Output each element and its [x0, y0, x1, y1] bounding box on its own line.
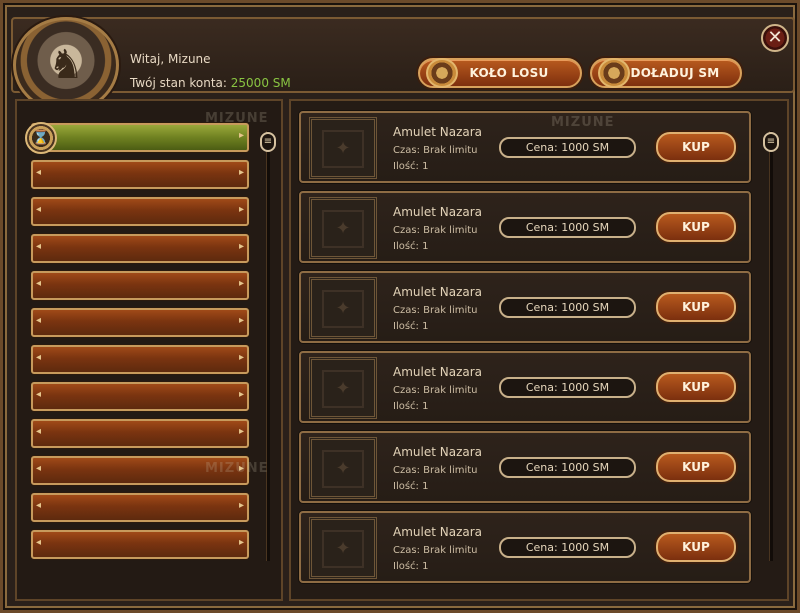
greeting-text: Witaj, Mizune	[130, 52, 211, 66]
item-price: Cena: 1000 SM	[499, 217, 636, 238]
item-name: Amulet Nazara	[393, 285, 483, 299]
category-item-8[interactable]	[31, 382, 249, 411]
item-scrollbar[interactable]	[769, 131, 773, 561]
empty-item-slot-icon: ✦	[322, 210, 364, 248]
top-up-label: DOŁADUJ SM	[630, 66, 720, 80]
item-price: Cena: 1000 SM	[499, 297, 636, 318]
item-quantity: Ilość: 1	[393, 401, 429, 412]
item-slot: ✦	[309, 517, 377, 579]
hourglass-icon: ⌛	[25, 122, 57, 154]
empty-item-slot-icon: ✦	[322, 530, 364, 568]
empty-item-slot-icon: ✦	[322, 450, 364, 488]
item-price: Cena: 1000 SM	[499, 537, 636, 558]
category-item-3[interactable]	[31, 197, 249, 226]
buy-button[interactable]: KUP	[656, 372, 736, 402]
shop-header: Witaj, Mizune Twój stan konta: 25000 SM …	[11, 17, 795, 93]
shop-item: ✦ Amulet Nazara Czas: Brak limitu Ilość:…	[299, 271, 751, 343]
buy-button[interactable]: KUP	[656, 212, 736, 242]
category-item-7[interactable]	[31, 345, 249, 374]
category-scrollbar[interactable]	[266, 131, 270, 561]
category-item-5[interactable]	[31, 271, 249, 300]
item-slot: ✦	[309, 277, 377, 339]
shop-item: ✦ Amulet Nazara Czas: Brak limitu Ilość:…	[299, 191, 751, 263]
watermark: MIZUNE	[551, 115, 615, 130]
item-name: Amulet Nazara	[393, 445, 483, 459]
category-panel: ⌛ ≡ MIZUNE MIZUNE	[15, 99, 283, 601]
item-name: Amulet Nazara	[393, 205, 483, 219]
buy-button[interactable]: KUP	[656, 452, 736, 482]
watermark: MIZUNE	[205, 461, 269, 476]
balance-value: 25000 SM	[230, 76, 291, 90]
wheel-of-fortune-label: KOŁO LOSU	[469, 66, 549, 80]
item-slot: ✦	[309, 117, 377, 179]
category-scroll-handle[interactable]: ≡	[260, 132, 276, 152]
item-quantity: Ilość: 1	[393, 481, 429, 492]
item-time: Czas: Brak limitu	[393, 145, 478, 156]
close-button[interactable]: ✕	[761, 24, 789, 52]
eye-icon	[426, 58, 458, 88]
emblem-glyph: ♞	[48, 42, 84, 88]
item-quantity: Ilość: 1	[393, 321, 429, 332]
shop-item: ✦ Amulet Nazara Czas: Brak limitu Ilość:…	[299, 431, 751, 503]
category-item-6[interactable]	[31, 308, 249, 337]
wheel-of-fortune-button[interactable]: KOŁO LOSU	[418, 58, 582, 88]
empty-item-slot-icon: ✦	[322, 130, 364, 168]
item-quantity: Ilość: 1	[393, 561, 429, 572]
plus-coin-icon	[598, 58, 630, 88]
watermark: MIZUNE	[205, 111, 269, 126]
shop-item: ✦ Amulet Nazara Czas: Brak limitu Ilość:…	[299, 351, 751, 423]
item-time: Czas: Brak limitu	[393, 465, 478, 476]
category-item-1[interactable]: ⌛	[25, 122, 249, 154]
item-quantity: Ilość: 1	[393, 241, 429, 252]
item-price: Cena: 1000 SM	[499, 137, 636, 158]
item-name: Amulet Nazara	[393, 125, 483, 139]
item-price: Cena: 1000 SM	[499, 377, 636, 398]
shop-item: ✦ Amulet Nazara Czas: Brak limitu Ilość:…	[299, 511, 751, 583]
item-name: Amulet Nazara	[393, 525, 483, 539]
item-slot: ✦	[309, 197, 377, 259]
item-time: Czas: Brak limitu	[393, 545, 478, 556]
item-time: Czas: Brak limitu	[393, 385, 478, 396]
item-slot: ✦	[309, 357, 377, 419]
category-item-9[interactable]	[31, 419, 249, 448]
empty-item-slot-icon: ✦	[322, 370, 364, 408]
category-item-11[interactable]	[31, 493, 249, 522]
buy-button[interactable]: KUP	[656, 292, 736, 322]
category-item-2[interactable]	[31, 160, 249, 189]
item-slot: ✦	[309, 437, 377, 499]
empty-item-slot-icon: ✦	[322, 290, 364, 328]
shop-item: ✦ Amulet Nazara Czas: Brak limitu Ilość:…	[299, 111, 751, 183]
item-quantity: Ilość: 1	[393, 161, 429, 172]
buy-button[interactable]: KUP	[656, 532, 736, 562]
shop-window: Witaj, Mizune Twój stan konta: 25000 SM …	[0, 0, 800, 613]
category-item-12[interactable]	[31, 530, 249, 559]
item-name: Amulet Nazara	[393, 365, 483, 379]
item-time: Czas: Brak limitu	[393, 225, 478, 236]
item-list-panel: ✦ Amulet Nazara Czas: Brak limitu Ilość:…	[289, 99, 789, 601]
category-item-4[interactable]	[31, 234, 249, 263]
balance-label: Twój stan konta:	[130, 76, 227, 90]
item-price: Cena: 1000 SM	[499, 457, 636, 478]
balance-text: Twój stan konta: 25000 SM	[130, 76, 291, 90]
buy-button[interactable]: KUP	[656, 132, 736, 162]
item-scroll-handle[interactable]: ≡	[763, 132, 779, 152]
item-time: Czas: Brak limitu	[393, 305, 478, 316]
top-up-button[interactable]: DOŁADUJ SM	[590, 58, 742, 88]
